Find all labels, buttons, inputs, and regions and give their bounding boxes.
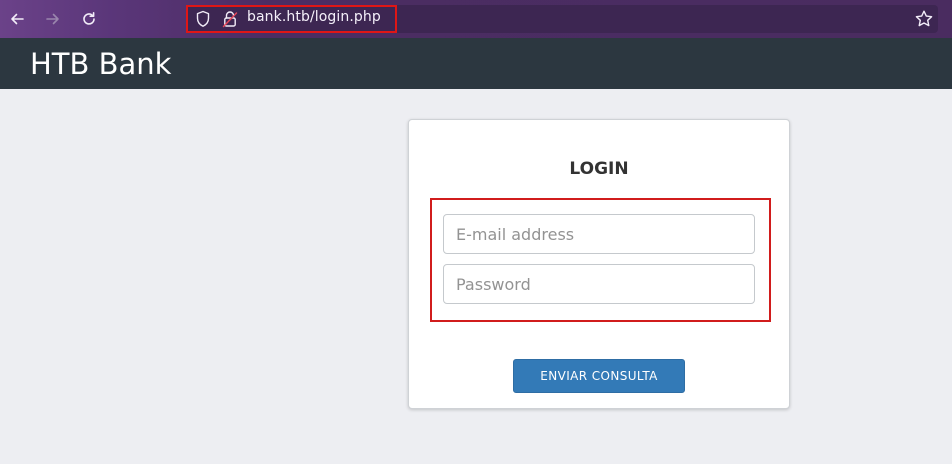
submit-button[interactable]: ENVIAR CONSULTA xyxy=(513,359,685,393)
tracking-protection-shield-icon[interactable] xyxy=(195,10,211,28)
login-panel: LOGIN ENVIAR CONSULTA xyxy=(408,119,790,409)
browser-toolbar: bank.htb/login.php xyxy=(0,0,952,38)
back-arrow-icon[interactable] xyxy=(5,7,29,31)
email-input[interactable] xyxy=(443,214,755,254)
reload-icon[interactable] xyxy=(77,7,101,31)
url-text[interactable]: bank.htb/login.php xyxy=(247,9,381,25)
password-input[interactable] xyxy=(443,264,755,304)
bookmark-star-icon[interactable] xyxy=(914,9,934,29)
login-heading: LOGIN xyxy=(569,159,629,179)
site-title[interactable]: HTB Bank xyxy=(30,47,171,81)
forward-arrow-icon[interactable] xyxy=(41,7,65,31)
insecure-lock-icon[interactable] xyxy=(222,10,238,28)
site-header: HTB Bank xyxy=(0,38,952,89)
